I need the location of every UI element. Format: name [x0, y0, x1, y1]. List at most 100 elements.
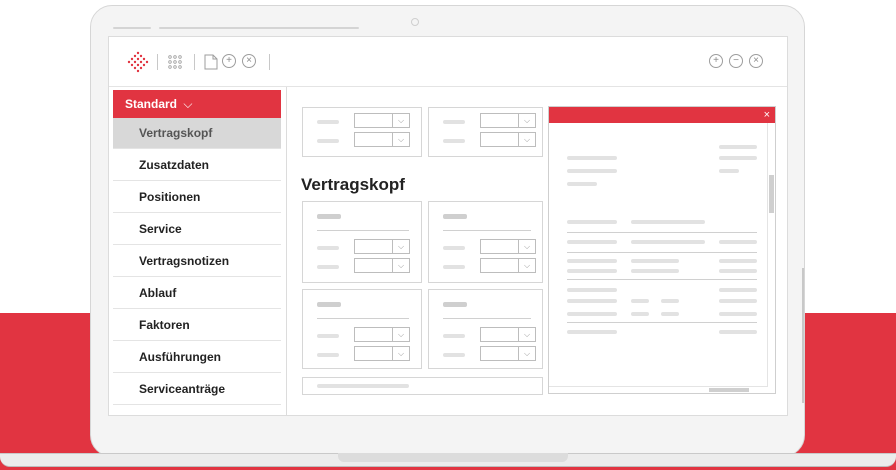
sidebar-item-zusatzdaten[interactable]: Zusatzdaten — [113, 150, 281, 181]
text-placeholder — [567, 269, 617, 273]
window-close-icon[interactable]: × — [749, 54, 763, 68]
field-label-placeholder — [443, 265, 465, 269]
text-placeholder — [719, 156, 757, 160]
text-placeholder — [719, 299, 757, 303]
text-placeholder — [567, 330, 617, 334]
scrollbar-thumb[interactable] — [709, 388, 749, 392]
sidebar-item-label: Vertragskopf — [139, 126, 213, 140]
field-label-placeholder — [317, 334, 339, 338]
divider — [567, 322, 757, 323]
field-label-placeholder — [317, 353, 339, 357]
text-placeholder — [631, 220, 705, 224]
form-panel: ⌵ ⌵ — [428, 289, 543, 369]
toolbar-separator — [269, 54, 270, 70]
select-field[interactable]: ⌵ — [480, 258, 536, 273]
sidebar-item-label: Service — [139, 222, 182, 236]
divider — [317, 230, 409, 231]
text-input[interactable] — [302, 377, 543, 395]
chevron-down-icon: ⌵ — [392, 328, 409, 341]
chevron-down-icon: ⌵ — [392, 133, 409, 146]
select-field[interactable]: ⌵ — [480, 327, 536, 342]
select-field[interactable]: ⌵ — [354, 258, 410, 273]
add-icon[interactable]: + — [222, 54, 236, 68]
sidebar-item-label: Faktoren — [139, 318, 190, 332]
form-panel: ⌵ ⌵ — [302, 107, 422, 157]
select-field[interactable]: ⌵ — [480, 113, 536, 128]
sidebar-item-vertragsnotizen[interactable]: Vertragsnotizen — [113, 246, 281, 277]
select-field[interactable]: ⌵ — [354, 239, 410, 254]
select-field[interactable]: ⌵ — [480, 346, 536, 361]
scrollbar-thumb[interactable] — [769, 175, 774, 213]
zoom-out-glyph: − — [729, 54, 743, 68]
sidebar: Standard ⌵ Vertragskopf Zusatzdaten Posi… — [109, 87, 287, 415]
sidebar-item-label: Vertragsnotizen — [139, 254, 230, 268]
chevron-down-icon: ⌵ — [392, 347, 409, 360]
field-label-placeholder — [317, 120, 339, 124]
text-placeholder — [661, 299, 679, 303]
sidebar-item-positionen[interactable]: Positionen — [113, 182, 281, 213]
sidebar-item-label: Positionen — [139, 190, 201, 204]
sidebar-item-label: Ausführungen — [139, 350, 221, 364]
field-label-placeholder — [443, 246, 465, 250]
text-placeholder — [631, 240, 705, 244]
zoom-in-glyph: + — [709, 54, 723, 68]
grid-icon[interactable] — [167, 54, 183, 70]
divider — [443, 230, 531, 231]
divider — [567, 279, 757, 280]
divider — [317, 318, 409, 319]
chevron-down-icon: ⌵ — [183, 97, 193, 111]
close-icon[interactable]: × — [242, 54, 256, 68]
close-glyph: × — [242, 54, 256, 68]
document-icon[interactable] — [204, 54, 218, 70]
text-placeholder — [567, 312, 617, 316]
section-label-placeholder — [443, 302, 467, 307]
app-window: + × + − × Standard ⌵ Vertragskopf Zusatz… — [108, 36, 788, 416]
horizontal-scrollbar[interactable] — [549, 386, 768, 393]
chevron-down-icon: ⌵ — [518, 133, 535, 146]
text-placeholder — [719, 288, 757, 292]
sidebar-item-vertragskopf[interactable]: Vertragskopf — [113, 118, 281, 149]
window-close-glyph: × — [749, 54, 763, 68]
select-field[interactable]: ⌵ — [354, 346, 410, 361]
section-label-placeholder — [317, 302, 341, 307]
text-placeholder — [661, 312, 679, 316]
vertical-scrollbar[interactable] — [767, 123, 775, 387]
text-placeholder — [719, 169, 739, 173]
text-placeholder — [719, 240, 757, 244]
chevron-down-icon: ⌵ — [392, 240, 409, 253]
form-panel: ⌵ ⌵ — [302, 289, 422, 369]
toolbar-separator — [194, 54, 195, 70]
zoom-in-icon[interactable]: + — [709, 54, 723, 68]
text-placeholder — [567, 220, 617, 224]
page-title: Vertragskopf — [301, 175, 405, 194]
sidebar-item-ausfuehrungen[interactable]: Ausführungen — [113, 342, 281, 373]
close-icon[interactable]: × — [764, 107, 770, 123]
text-placeholder — [567, 169, 617, 173]
input-placeholder — [317, 384, 409, 388]
chevron-down-icon: ⌵ — [518, 240, 535, 253]
select-field[interactable]: ⌵ — [354, 327, 410, 342]
select-field[interactable]: ⌵ — [354, 132, 410, 147]
field-label-placeholder — [443, 334, 465, 338]
sidebar-item-faktoren[interactable]: Faktoren — [113, 310, 281, 341]
sidebar-item-ablauf[interactable]: Ablauf — [113, 278, 281, 309]
section-label-placeholder — [317, 214, 341, 219]
sidebar-dropdown-label: Standard — [125, 97, 178, 111]
zoom-out-icon[interactable]: − — [729, 54, 743, 68]
chevron-down-icon: ⌵ — [392, 114, 409, 127]
form-panel: ⌵ ⌵ — [302, 201, 422, 283]
text-placeholder — [719, 145, 757, 149]
select-field[interactable]: ⌵ — [480, 132, 536, 147]
sidebar-item-service[interactable]: Service — [113, 214, 281, 245]
divider — [567, 252, 757, 253]
section-label-placeholder — [443, 214, 467, 219]
chevron-down-icon: ⌵ — [518, 347, 535, 360]
select-field[interactable]: ⌵ — [480, 239, 536, 254]
sidebar-item-serviceantraege[interactable]: Serviceanträge — [113, 374, 281, 405]
text-placeholder — [631, 269, 679, 273]
field-label-placeholder — [317, 265, 339, 269]
select-field[interactable]: ⌵ — [354, 113, 410, 128]
sidebar-dropdown[interactable]: Standard ⌵ — [113, 90, 281, 118]
text-placeholder — [567, 182, 597, 186]
text-placeholder — [631, 312, 649, 316]
